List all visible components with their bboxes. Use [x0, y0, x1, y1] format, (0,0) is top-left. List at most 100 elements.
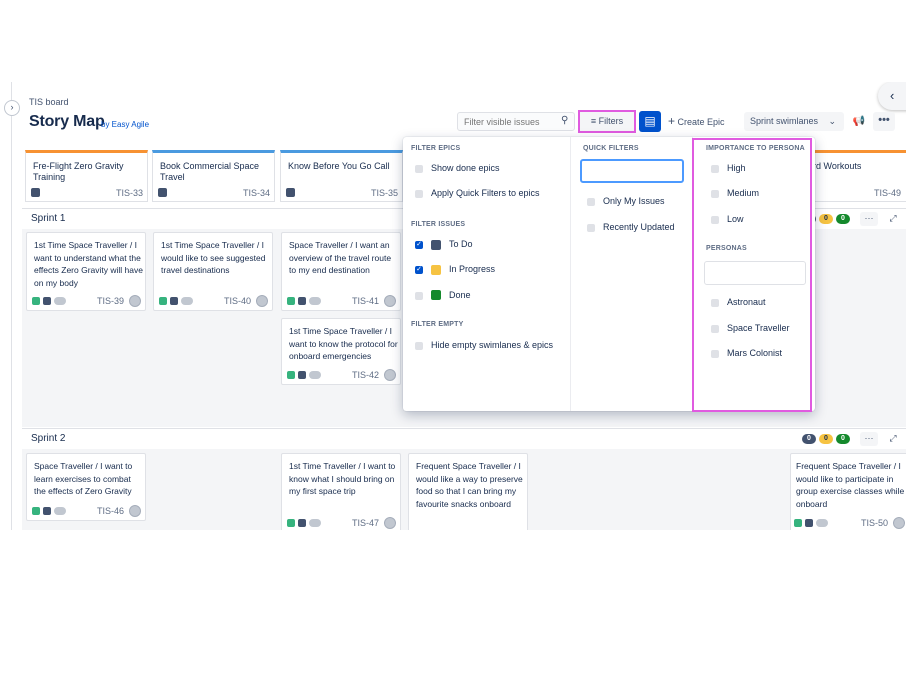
- swimlane-more-icon[interactable]: ···: [860, 432, 878, 446]
- issue-summary: 1st Time Space Traveller / I would like …: [161, 240, 266, 275]
- avatar[interactable]: [893, 517, 905, 529]
- checkbox[interactable]: [587, 224, 595, 232]
- quick-filter-search-input[interactable]: [580, 159, 684, 183]
- epic-card[interactable]: Fre-Flight Zero Gravity Training TIS-33: [25, 150, 148, 202]
- filter-empty-heading: FILTER EMPTY: [411, 321, 464, 328]
- in-progress-swatch: [431, 265, 441, 275]
- issue-card[interactable]: 1st Time Space Traveller / I want to kno…: [281, 318, 401, 385]
- avatar[interactable]: [129, 505, 141, 517]
- status-icon: [170, 297, 178, 305]
- checkbox[interactable]: [415, 342, 423, 350]
- filters-button[interactable]: ≡ Filters: [578, 110, 636, 133]
- importance-medium-option[interactable]: Medium: [727, 188, 759, 198]
- filter-column-persona: IMPORTANCE TO PERSONA High Medium Low PE…: [692, 137, 816, 411]
- collapse-panel-chevron-icon[interactable]: ‹: [878, 82, 906, 110]
- done-count-badge: 0: [836, 434, 850, 444]
- importance-high-option[interactable]: High: [727, 163, 746, 173]
- checkbox[interactable]: [711, 350, 719, 358]
- issue-card[interactable]: Frequent Space Traveller / I would like …: [408, 453, 528, 530]
- status-icon: [298, 371, 306, 379]
- checkbox-checked[interactable]: ✓: [415, 241, 423, 249]
- create-epic-button[interactable]: + Create Epic: [668, 112, 740, 131]
- story-icon: [159, 297, 167, 305]
- filter-issues-input[interactable]: [457, 112, 575, 131]
- swimlane-more-icon[interactable]: ···: [860, 212, 878, 226]
- persona-space-traveller-option[interactable]: Space Traveller: [727, 323, 790, 333]
- issue-card[interactable]: 1st Time Traveller / I want to know what…: [281, 453, 401, 530]
- swimlanes-dropdown[interactable]: Sprint swimlanes ⌄: [744, 112, 844, 131]
- avatar[interactable]: [384, 369, 396, 381]
- todo-count-badge: 0: [802, 434, 816, 444]
- persona-astronaut-option[interactable]: Astronaut: [727, 297, 766, 307]
- issue-key: TIS-40: [223, 296, 251, 306]
- checkbox[interactable]: [415, 190, 423, 198]
- epic-card[interactable]: Book Commercial Space Travel TIS-34: [152, 150, 275, 202]
- expand-icon[interactable]: ⤢: [884, 432, 902, 446]
- issue-summary: 1st Time Traveller / I want to know what…: [289, 461, 396, 496]
- issue-card[interactable]: Space Traveller / I want to learn exerci…: [26, 453, 146, 521]
- epic-title: Fre-Flight Zero Gravity Training: [33, 161, 124, 182]
- apply-quick-filters-option[interactable]: Apply Quick Filters to epics: [431, 188, 540, 198]
- persona-search-input[interactable]: [704, 261, 806, 285]
- issue-key: TIS-42: [351, 370, 379, 380]
- only-my-issues-option[interactable]: Only My Issues: [603, 196, 665, 206]
- recently-updated-option[interactable]: Recently Updated: [603, 222, 675, 232]
- swimlane-header[interactable]: Sprint 2 0 0 0 ··· ⤢: [22, 428, 906, 450]
- checkbox[interactable]: [711, 325, 719, 333]
- epic-card[interactable]: Know Before You Go Call TIS-35: [280, 150, 403, 202]
- hide-empty-option[interactable]: Hide empty swimlanes & epics: [431, 340, 553, 350]
- avatar[interactable]: [129, 295, 141, 307]
- checkbox[interactable]: [711, 190, 719, 198]
- filters-panel: FILTER EPICS Show done epics Apply Quick…: [403, 137, 815, 411]
- checkbox[interactable]: [415, 292, 423, 300]
- importance-low-option[interactable]: Low: [727, 214, 744, 224]
- breadcrumb[interactable]: TIS board: [29, 97, 69, 107]
- story-icon: [32, 297, 40, 305]
- priority-icon: [181, 297, 193, 305]
- checkbox[interactable]: [711, 216, 719, 224]
- filter-column-quick: QUICK FILTERS Only My Issues Recently Up…: [571, 137, 691, 411]
- issue-card[interactable]: Frequent Space Traveller / I would like …: [790, 453, 906, 530]
- todo-swatch: [431, 240, 441, 250]
- issue-key: TIS-41: [351, 296, 379, 306]
- checkbox-checked[interactable]: ✓: [415, 266, 423, 274]
- priority-icon: [309, 297, 321, 305]
- done-option[interactable]: Done: [449, 290, 471, 300]
- epic-title: Know Before You Go Call: [288, 161, 390, 171]
- page-title: Story Map: [29, 113, 105, 130]
- persona-mars-colonist-option[interactable]: Mars Colonist: [727, 348, 782, 358]
- expand-icon[interactable]: ⤢: [884, 212, 902, 226]
- byline-link[interactable]: by Easy Agile: [101, 120, 149, 129]
- priority-icon: [54, 507, 66, 515]
- expand-sidebar-chevron-icon[interactable]: ›: [4, 100, 20, 116]
- priority-icon: [309, 519, 321, 527]
- megaphone-icon[interactable]: 📢: [849, 112, 869, 131]
- issue-summary: 1st Time Space Traveller / I want to kno…: [289, 326, 398, 361]
- issue-card[interactable]: 1st Time Space Traveller / I want to und…: [26, 232, 146, 311]
- personas-heading: PERSONAS: [706, 245, 747, 252]
- todo-option[interactable]: To Do: [449, 239, 473, 249]
- quick-filters-heading: QUICK FILTERS: [583, 145, 639, 152]
- status-icon: [298, 519, 306, 527]
- show-done-epics-option[interactable]: Show done epics: [431, 163, 500, 173]
- sidebar-rail: [0, 82, 12, 530]
- epic-icon: [158, 188, 167, 197]
- issue-card[interactable]: 1st Time Space Traveller / I would like …: [153, 232, 273, 311]
- checkbox[interactable]: [711, 299, 719, 307]
- avatar[interactable]: [384, 517, 396, 529]
- checkbox[interactable]: [587, 198, 595, 206]
- more-options-button[interactable]: •••: [873, 112, 895, 131]
- in-progress-option[interactable]: In Progress: [449, 264, 495, 274]
- filter-epics-heading: FILTER EPICS: [411, 145, 461, 152]
- plus-icon: +: [668, 114, 676, 128]
- issue-summary: Space Traveller / I want an overview of …: [289, 240, 392, 275]
- issue-card[interactable]: Space Traveller / I want an overview of …: [281, 232, 401, 311]
- checkbox[interactable]: [415, 165, 423, 173]
- priority-icon: [816, 519, 828, 527]
- board-view-icon[interactable]: ▤: [639, 111, 661, 132]
- epic-icon: [31, 188, 40, 197]
- avatar[interactable]: [256, 295, 268, 307]
- search-icon: ⚲: [561, 115, 569, 126]
- checkbox[interactable]: [711, 165, 719, 173]
- avatar[interactable]: [384, 295, 396, 307]
